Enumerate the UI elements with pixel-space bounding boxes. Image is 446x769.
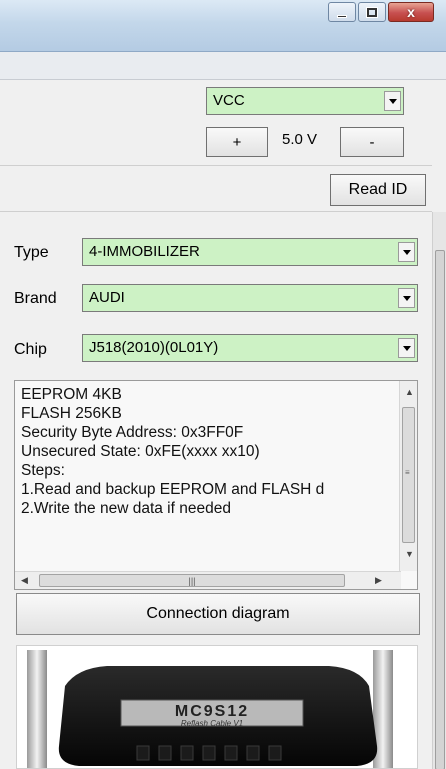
read-id-button[interactable]: Read ID [330, 174, 426, 206]
info-line: EEPROM 4KB [21, 386, 122, 403]
cable-connector-graphic: MC9S12 Reflash Cable V1 [27, 650, 393, 768]
scroll-up-icon[interactable]: ▲ [405, 387, 414, 397]
panel-vertical-scrollbar[interactable] [432, 212, 446, 769]
minimize-icon [337, 14, 347, 18]
cable-image: MC9S12 Reflash Cable V1 [16, 645, 418, 769]
chevron-down-icon[interactable] [398, 242, 415, 262]
chip-select[interactable]: J518(2010)(0L01Y) [82, 334, 418, 362]
voltage-decrease-button[interactable]: - [340, 127, 404, 157]
scroll-left-icon[interactable]: ◀ [21, 575, 28, 586]
brand-label: Brand [14, 290, 57, 307]
info-line: 1.Read and backup EEPROM and FLASH d [21, 481, 325, 498]
info-line: 2.Write the new data if needed [21, 500, 231, 517]
power-select[interactable]: VCC [206, 87, 404, 115]
info-line: Security Byte Address: 0x3FF0F [21, 424, 244, 441]
power-select-value: VCC [213, 92, 245, 109]
brand-select-value: AUDI [89, 289, 125, 306]
minimize-button[interactable] [328, 2, 356, 22]
voltage-readout: 5.0 V [282, 131, 318, 148]
voltage-increase-button[interactable]: + [206, 127, 268, 157]
chip-info-content: EEPROM 4KB FLASH 256KB Security Byte Add… [21, 385, 391, 553]
chevron-down-icon[interactable] [384, 91, 401, 111]
chip-label: Chip [14, 341, 47, 358]
type-select-value: 4-IMMOBILIZER [89, 243, 200, 260]
chip-info-textbox[interactable]: EEPROM 4KB FLASH 256KB Security Byte Add… [14, 380, 418, 590]
type-label: Type [14, 244, 49, 261]
close-button[interactable]: x [388, 2, 434, 22]
read-id-section: Read ID [0, 166, 432, 212]
brand-select[interactable]: AUDI [82, 284, 418, 312]
chevron-down-icon[interactable] [398, 288, 415, 308]
type-select[interactable]: 4-IMMOBILIZER [82, 238, 418, 266]
info-line: Unsecured State: 0xFE(xxxx xx10) [21, 443, 260, 460]
maximize-button[interactable] [358, 2, 386, 22]
toolbar-band [0, 52, 446, 80]
chevron-down-icon[interactable] [398, 338, 415, 358]
horizontal-scroll-thumb[interactable]: ||| [39, 574, 345, 587]
grip-icon: ||| [188, 575, 196, 586]
cable-subtitle-label: Reflash Cable V1 [181, 719, 243, 728]
scroll-down-icon[interactable]: ▼ [405, 549, 414, 559]
maximize-icon [366, 6, 378, 18]
vertical-scroll-thumb[interactable]: ≡ [402, 407, 415, 543]
caption-buttons: x [326, 2, 434, 22]
panel-scroll-thumb[interactable] [435, 250, 445, 769]
power-section: VCC + 5.0 V - [0, 80, 432, 166]
cable-model-label: MC9S12 [175, 703, 249, 720]
info-line: FLASH 256KB [21, 405, 122, 422]
title-bar: x [0, 0, 446, 52]
grip-icon: ≡ [405, 468, 410, 477]
read-id-label: Read ID [348, 181, 408, 198]
vertical-scrollbar[interactable]: ▲ ≡ ▼ [399, 381, 417, 571]
connection-diagram-button[interactable]: Connection diagram [16, 593, 420, 635]
close-icon: x [407, 4, 415, 20]
chip-select-value: J518(2010)(0L01Y) [89, 339, 219, 356]
scroll-right-icon[interactable]: ▶ [375, 575, 382, 586]
voltage-increase-label: + [232, 133, 242, 151]
horizontal-scrollbar[interactable]: ◀ ||| ▶ [15, 571, 401, 589]
voltage-decrease-label: - [369, 133, 375, 151]
info-line: Steps: [21, 462, 65, 479]
connection-diagram-label: Connection diagram [146, 605, 290, 622]
